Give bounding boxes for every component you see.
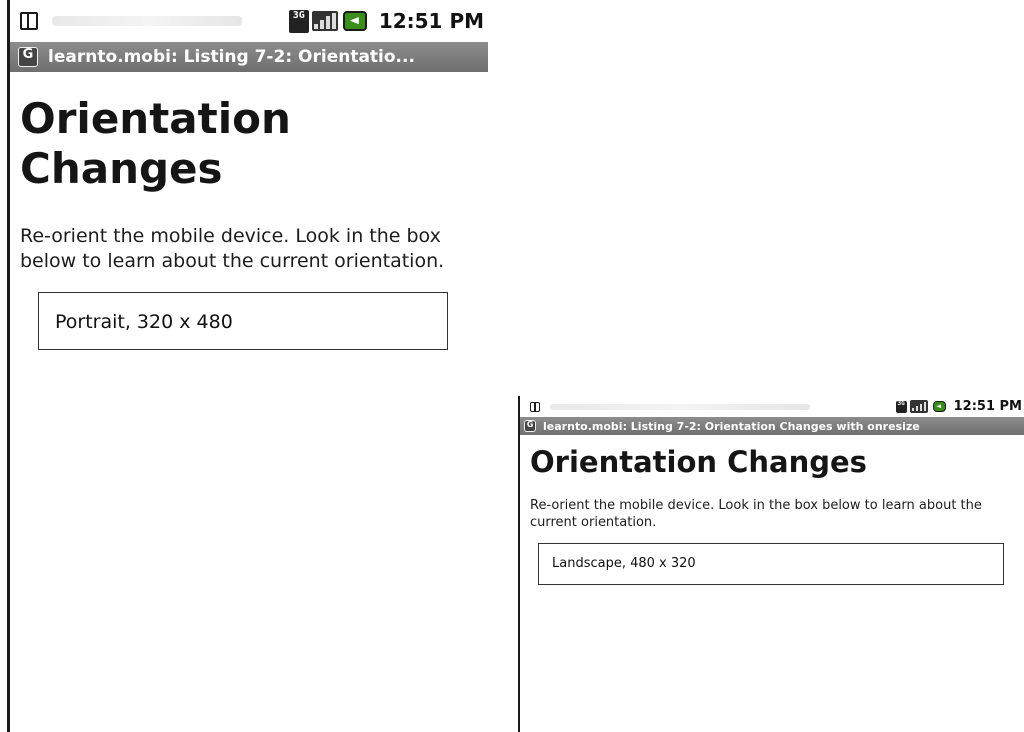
signal-icon <box>311 11 338 31</box>
landscape-screen: 3G 12:51 PM G learnto.mobi: Listing 7-2:… <box>518 396 1024 732</box>
clock: 12:51 PM <box>953 399 1022 414</box>
notification-area[interactable] <box>52 16 242 26</box>
browser-title-bar[interactable]: G learnto.mobi: Listing 7-2: Orientatio.… <box>10 42 488 72</box>
browser-title-bar[interactable]: G learnto.mobi: Listing 7-2: Orientation… <box>520 417 1024 435</box>
page-title-text: learnto.mobi: Listing 7-2: Orientatio... <box>48 47 415 67</box>
instructions-text: Re-orient the mobile device. Look in the… <box>530 498 982 530</box>
browser-app-icon: G <box>524 420 536 432</box>
clock: 12:51 PM <box>378 9 484 33</box>
orientation-box: Portrait, 320 x 480 <box>38 292 448 350</box>
status-bar: 3G 12:51 PM <box>10 0 488 42</box>
battery-icon <box>342 11 367 31</box>
page-content: Orientation Changes Re-orient the mobile… <box>10 72 488 350</box>
orientation-box: Landscape, 480 x 320 <box>538 543 1004 585</box>
device-icon <box>20 12 38 30</box>
3g-icon: 3G <box>895 400 907 413</box>
device-icon <box>530 401 540 412</box>
status-bar: 3G 12:51 PM <box>520 396 1024 417</box>
page-content: Orientation Changes Re-orient the mobile… <box>520 435 1024 585</box>
portrait-screen: 3G 12:51 PM G learnto.mobi: Listing 7-2:… <box>7 0 488 732</box>
3g-icon: 3G <box>288 9 309 33</box>
browser-app-icon: G <box>18 47 38 67</box>
signal-icon <box>909 400 928 413</box>
page-title-text: learnto.mobi: Listing 7-2: Orientation C… <box>543 419 920 433</box>
notification-area[interactable] <box>550 403 810 410</box>
battery-icon <box>932 401 946 412</box>
instructions-text: Re-orient the mobile device. Look in the… <box>20 225 445 272</box>
page-heading: Orientation Changes <box>530 445 867 479</box>
page-heading: Orientation Changes <box>20 94 291 193</box>
